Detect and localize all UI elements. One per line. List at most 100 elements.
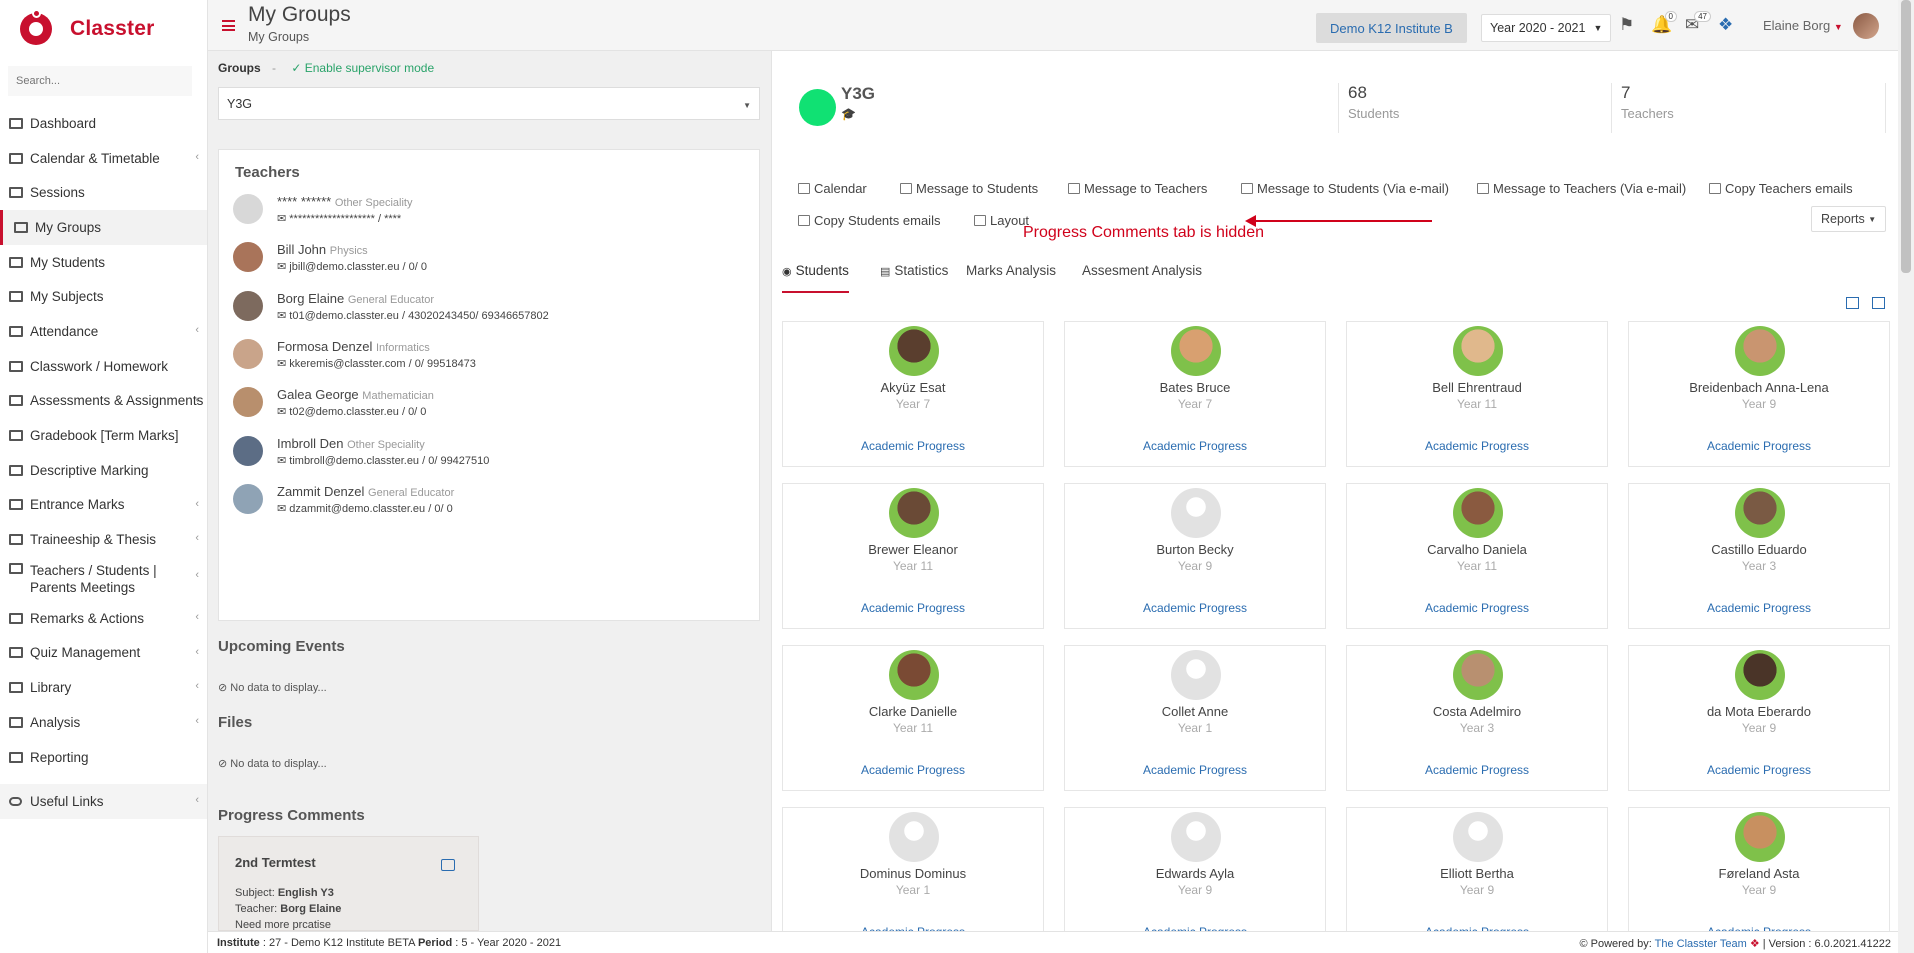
- sidebar-item-sessions[interactable]: Sessions: [0, 175, 207, 210]
- avatar[interactable]: [1853, 13, 1879, 39]
- student-card[interactable]: Costa Adelmiro Year 3 Academic Progress: [1346, 645, 1608, 791]
- action-message-to-teachers[interactable]: Message to Teachers: [1068, 181, 1207, 196]
- academic-progress-link[interactable]: Academic Progress: [1629, 439, 1889, 453]
- student-card[interactable]: Carvalho Daniela Year 11 Academic Progress: [1346, 483, 1608, 629]
- student-name[interactable]: Dominus Dominus: [783, 866, 1043, 881]
- student-name[interactable]: da Mota Eberardo: [1629, 704, 1889, 719]
- sidebar-item-classwork-homework[interactable]: Classwork / Homework: [0, 349, 207, 384]
- logo[interactable]: Classter: [0, 0, 207, 58]
- student-name[interactable]: Føreland Asta: [1629, 866, 1889, 881]
- year-select[interactable]: Year 2020 - 2021 ▼: [1481, 14, 1612, 42]
- sidebar-item-analysis[interactable]: Analysis ‹: [0, 705, 207, 740]
- flag-icon[interactable]: ⚑: [1619, 15, 1639, 35]
- sidebar-item-calendar-timetable[interactable]: Calendar & Timetable ‹: [0, 141, 207, 176]
- student-card[interactable]: Føreland AstaYear 9Academic Progress: [1628, 807, 1890, 931]
- student-card[interactable]: Bell Ehrentraud Year 11 Academic Progress: [1346, 321, 1608, 467]
- student-card[interactable]: Clarke Danielle Year 11 Academic Progress: [782, 645, 1044, 791]
- student-card[interactable]: Elliott BerthaYear 9Academic Progress: [1346, 807, 1608, 931]
- academic-progress-link[interactable]: Academic Progress: [1629, 763, 1889, 777]
- student-name[interactable]: Bates Bruce: [1065, 380, 1325, 395]
- grid-view-icon[interactable]: [1846, 297, 1859, 309]
- student-name[interactable]: Collet Anne: [1065, 704, 1325, 719]
- action-message-to-students[interactable]: Message to Students: [900, 181, 1038, 196]
- student-card[interactable]: Edwards AylaYear 9Academic Progress: [1064, 807, 1326, 931]
- sidebar-item-assessments-assignments[interactable]: Assessments & Assignments ‹: [0, 384, 207, 419]
- search-input[interactable]: [8, 66, 192, 96]
- sidebar-item-dashboard[interactable]: Dashboard: [0, 106, 207, 141]
- tab-marks-analysis[interactable]: Marks Analysis: [966, 263, 1056, 293]
- academic-progress-link[interactable]: Academic Progress: [1347, 763, 1607, 777]
- sidebar-item-entrance-marks[interactable]: Entrance Marks ‹: [0, 488, 207, 523]
- sidebar-item-descriptive-marking[interactable]: Descriptive Marking: [0, 453, 207, 488]
- student-card[interactable]: Burton Becky Year 9 Academic Progress: [1064, 483, 1326, 629]
- reports-button[interactable]: Reports ▼: [1811, 206, 1887, 232]
- action-copy-students-emails[interactable]: Copy Students emails: [798, 213, 940, 228]
- student-name[interactable]: Costa Adelmiro: [1347, 704, 1607, 719]
- sidebar-item-traineeship-thesis[interactable]: Traineeship & Thesis ‹: [0, 522, 207, 557]
- academic-progress-link[interactable]: Academic Progress: [783, 763, 1043, 777]
- list-view-icon[interactable]: [1872, 297, 1885, 309]
- student-card[interactable]: Breidenbach Anna-Lena Year 9 Academic Prog…: [1628, 321, 1890, 467]
- user-menu[interactable]: Elaine Borg ▼: [1763, 18, 1843, 33]
- action-calendar[interactable]: Calendar: [798, 181, 867, 196]
- academic-progress-link[interactable]: Academic Progress: [1629, 601, 1889, 615]
- mail-icon[interactable]: ✉ 47: [1685, 11, 1711, 35]
- scrollbar-thumb[interactable]: [1901, 0, 1911, 273]
- academic-progress-link[interactable]: Academic Progress: [1065, 439, 1325, 453]
- sidebar-item-gradebook-term-marks[interactable]: Gradebook [Term Marks]: [0, 418, 207, 453]
- student-name[interactable]: Clarke Danielle: [783, 704, 1043, 719]
- teacher-name[interactable]: Imbroll Den: [277, 436, 343, 451]
- academic-progress-link[interactable]: Academic Progress: [1347, 439, 1607, 453]
- action-layout[interactable]: Layout: [974, 213, 1029, 228]
- student-name[interactable]: Burton Becky: [1065, 542, 1325, 557]
- teacher-name[interactable]: Formosa Denzel: [277, 339, 372, 354]
- academic-progress-link[interactable]: Academic Progress: [1065, 763, 1325, 777]
- menu-toggle-icon[interactable]: [222, 20, 235, 31]
- sidebar-item-remarks-actions[interactable]: Remarks & Actions ‹: [0, 601, 207, 636]
- sidebar-item-quiz-management[interactable]: Quiz Management ‹: [0, 636, 207, 671]
- student-card[interactable]: Dominus DominusYear 1Academic Progress: [782, 807, 1044, 931]
- sidebar-item-my-groups[interactable]: My Groups: [0, 210, 207, 245]
- academic-progress-link[interactable]: Academic Progress: [783, 439, 1043, 453]
- sidebar-item-library[interactable]: Library ‹: [0, 670, 207, 705]
- progress-comment-card[interactable]: 2nd Termtest Subject: English Y3 Teacher…: [218, 836, 479, 931]
- student-card[interactable]: Bates Bruce Year 7 Academic Progress: [1064, 321, 1326, 467]
- student-card[interactable]: da Mota Eberardo Year 9 Academic Progress: [1628, 645, 1890, 791]
- classter-team-link[interactable]: The Classter Team: [1655, 938, 1747, 950]
- sidebar-item-useful-links[interactable]: Useful Links ‹: [0, 784, 207, 820]
- academic-progress-link[interactable]: Academic Progress: [783, 601, 1043, 615]
- academic-progress-link[interactable]: Academic Progress: [1065, 601, 1325, 615]
- action-copy-teachers-emails[interactable]: Copy Teachers emails: [1709, 181, 1853, 196]
- academic-progress-link[interactable]: Academic Progress: [1347, 601, 1607, 615]
- student-card[interactable]: Castillo Eduardo Year 3 Academic Progress: [1628, 483, 1890, 629]
- student-card[interactable]: Akyüz Esat Year 7 Academic Progress: [782, 321, 1044, 467]
- tab-assesment-analysis[interactable]: Assesment Analysis: [1082, 263, 1202, 293]
- tab-students[interactable]: ◉ Students: [782, 263, 849, 293]
- student-name[interactable]: Breidenbach Anna-Lena: [1629, 380, 1889, 395]
- sidebar-item-attendance[interactable]: Attendance ‹: [0, 314, 207, 349]
- teacher-name[interactable]: Bill John: [277, 242, 326, 257]
- teacher-name[interactable]: Zammit Denzel: [277, 484, 364, 499]
- tab-statistics[interactable]: ▤ Statistics: [880, 263, 948, 293]
- teacher-name[interactable]: **** ******: [277, 194, 331, 209]
- layers-icon[interactable]: ❖: [1718, 15, 1738, 35]
- student-name[interactable]: Brewer Eleanor: [783, 542, 1043, 557]
- student-card[interactable]: Collet Anne Year 1 Academic Progress: [1064, 645, 1326, 791]
- institute-button[interactable]: Demo K12 Institute B: [1316, 13, 1467, 43]
- action-message-to-students-via-e-mail[interactable]: Message to Students (Via e-mail): [1241, 181, 1449, 196]
- student-name[interactable]: Castillo Eduardo: [1629, 542, 1889, 557]
- sidebar-item-teachers-students-parents-meetings[interactable]: Teachers / Students | Parents Meetings ‹: [0, 557, 207, 601]
- page-scrollbar[interactable]: [1898, 0, 1914, 953]
- bell-icon[interactable]: 🔔 0: [1651, 11, 1677, 35]
- sidebar-item-my-subjects[interactable]: My Subjects: [0, 279, 207, 314]
- sidebar-item-my-students[interactable]: My Students: [0, 245, 207, 280]
- student-name[interactable]: Akyüz Esat: [783, 380, 1043, 395]
- action-message-to-teachers-via-e-mail[interactable]: Message to Teachers (Via e-mail): [1477, 181, 1686, 196]
- student-name[interactable]: Carvalho Daniela: [1347, 542, 1607, 557]
- student-name[interactable]: Elliott Bertha: [1347, 866, 1607, 881]
- student-card[interactable]: Brewer Eleanor Year 11 Academic Progress: [782, 483, 1044, 629]
- comment-icon[interactable]: [441, 859, 455, 871]
- teacher-name[interactable]: Galea George: [277, 387, 359, 402]
- group-select[interactable]: Y3G ▼: [218, 87, 760, 120]
- student-name[interactable]: Edwards Ayla: [1065, 866, 1325, 881]
